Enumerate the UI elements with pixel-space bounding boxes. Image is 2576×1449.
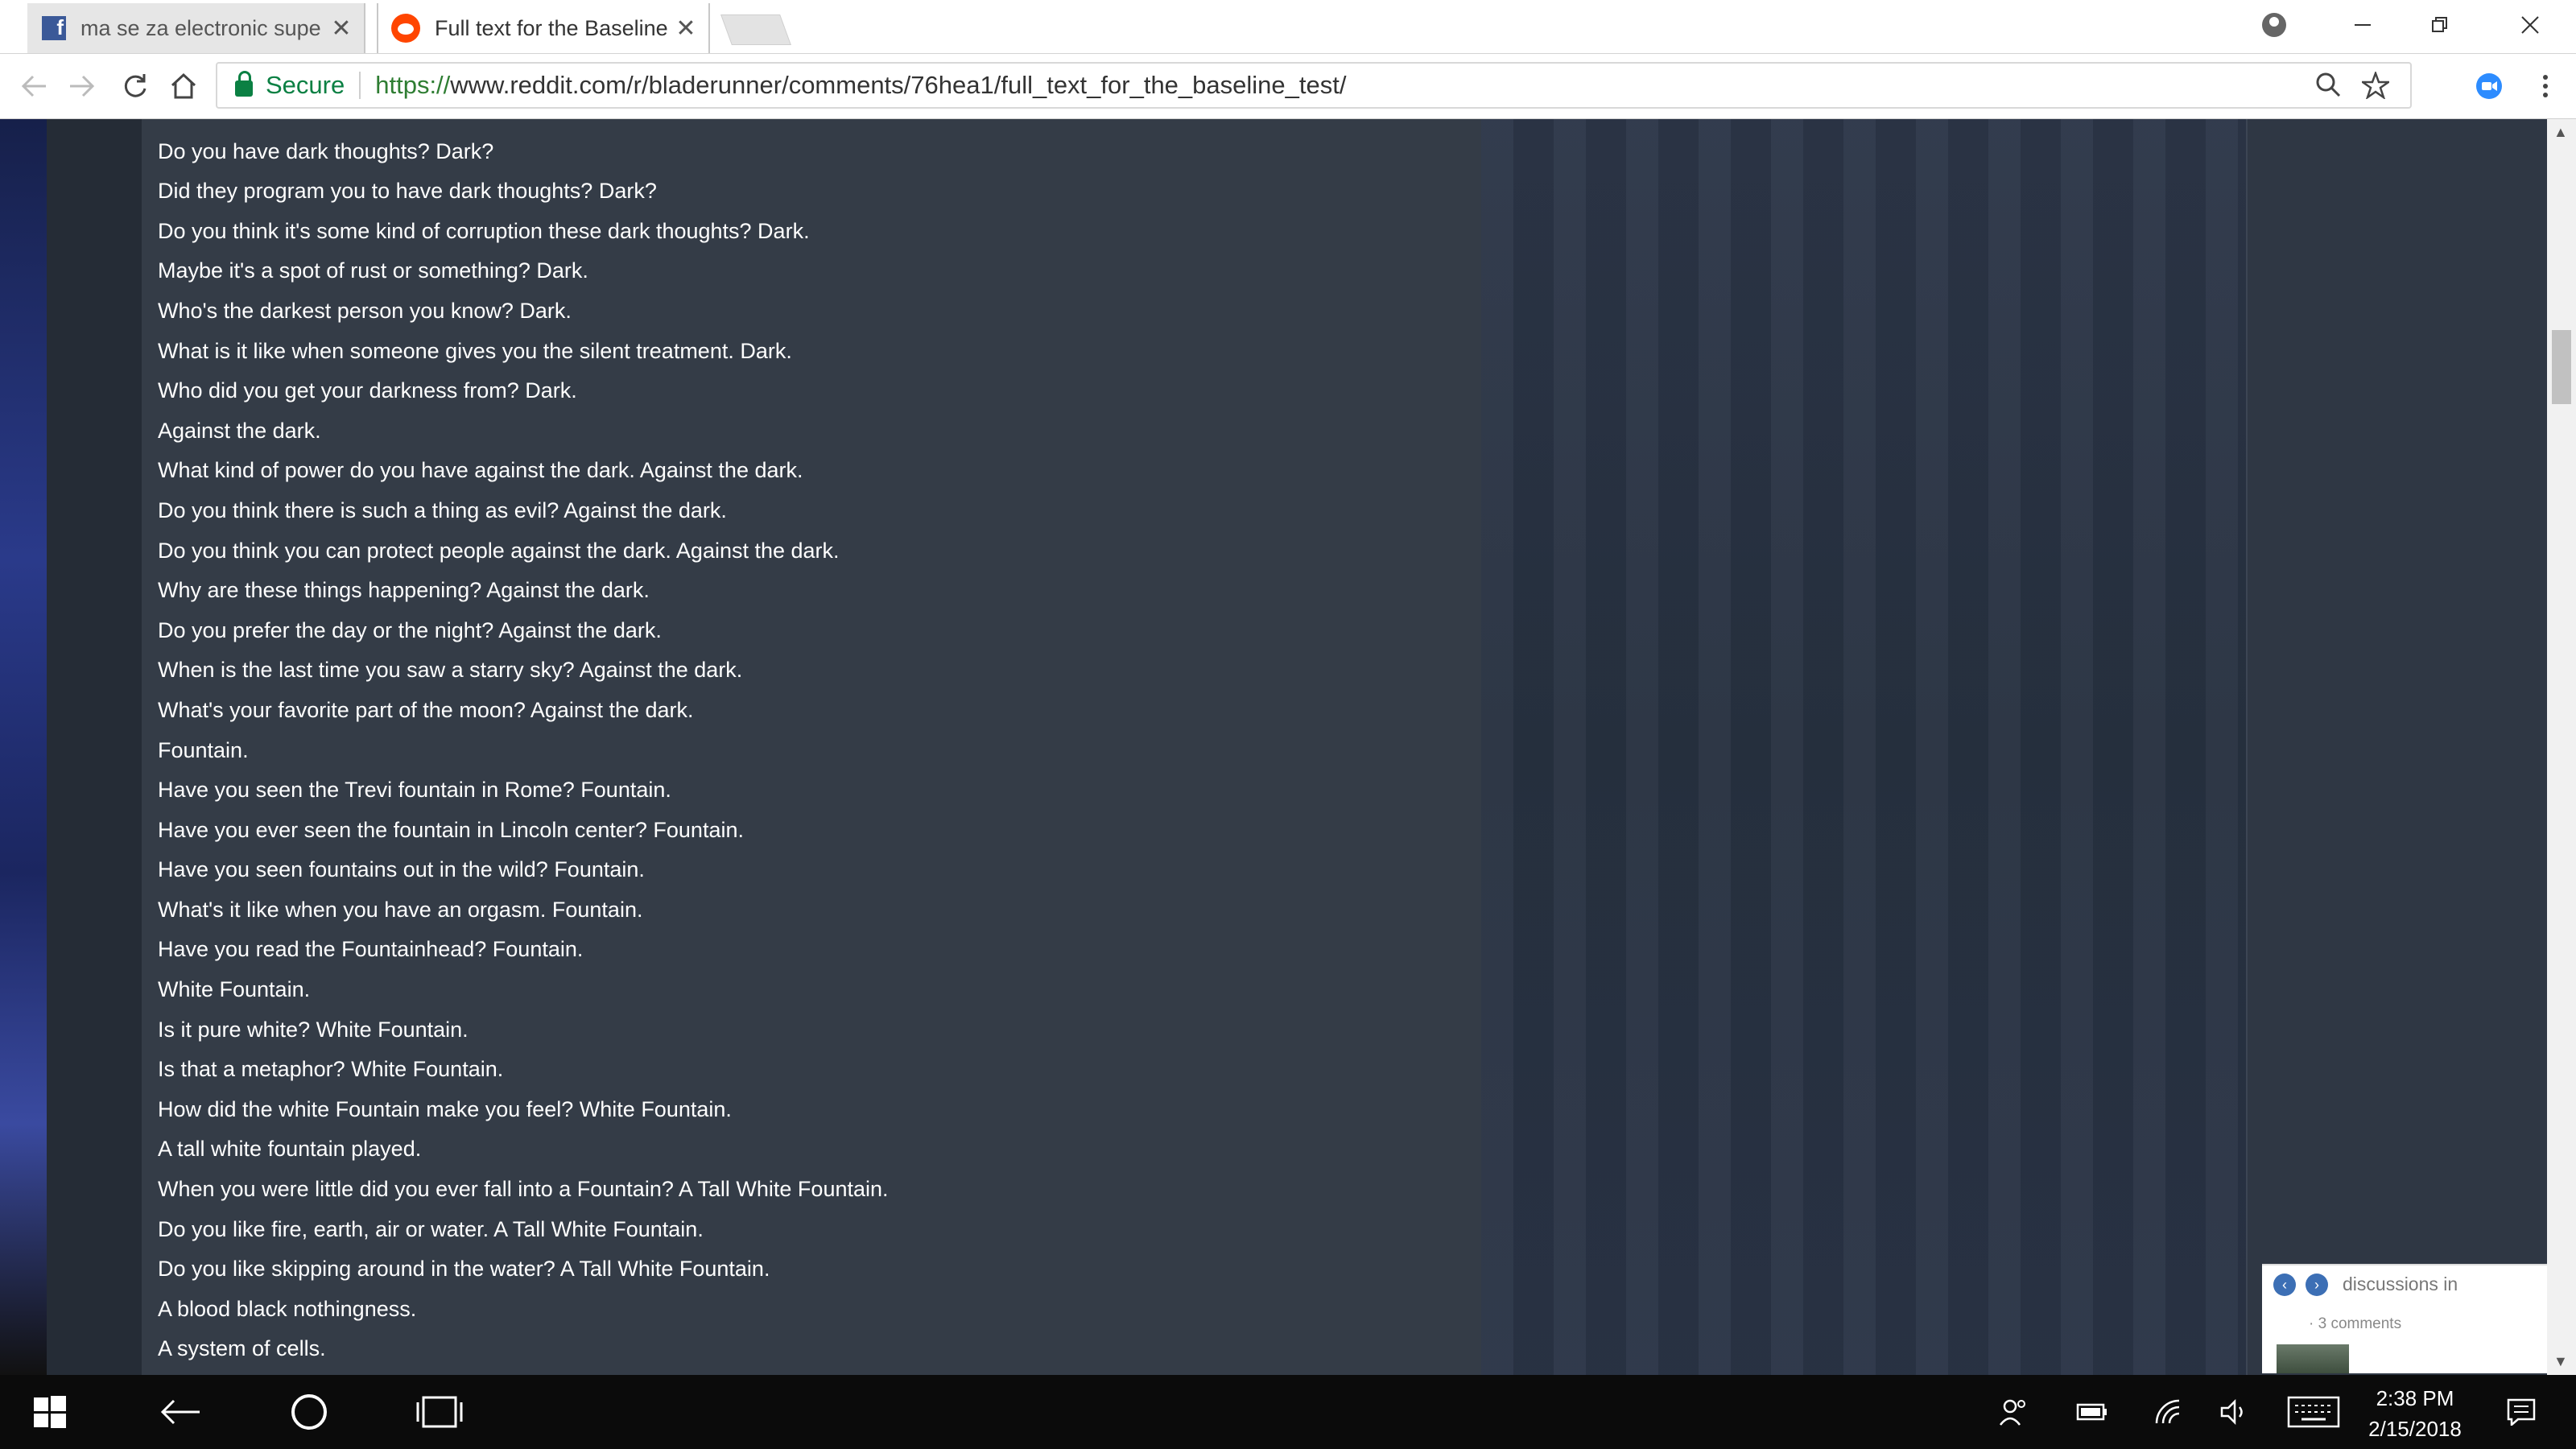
text-line: Have you seen the Trevi fountain in Rome… — [158, 778, 671, 803]
facebook-icon: f — [42, 15, 66, 40]
text-line: A system of cells. — [158, 1336, 326, 1361]
browser-toolbar: Secure https://www.reddit.com/r/bladerun… — [0, 54, 2576, 119]
lock-icon — [235, 71, 253, 97]
tab-reddit[interactable]: Full text for the Baseline ✕ — [377, 3, 710, 53]
page-viewport: Was it calm in there? Calm. Do you have … — [0, 119, 2547, 1375]
text-line: Do you think it's some kind of corruptio… — [158, 218, 810, 243]
menu-icon[interactable] — [2523, 65, 2568, 107]
battery-icon[interactable] — [2072, 1375, 2112, 1449]
thumbnail[interactable] — [2277, 1344, 2349, 1373]
text-line: Do you prefer the day or the night? Agai… — [158, 617, 662, 642]
background-art-left — [0, 119, 47, 1375]
new-tab-button[interactable] — [720, 14, 791, 45]
sidebar-column — [2246, 119, 2547, 1375]
next-arrow-icon[interactable]: › — [2306, 1274, 2328, 1296]
url-text[interactable]: https://www.reddit.com/r/bladerunner/com… — [375, 71, 1346, 100]
text-line: What's it like when you have an orgasm. … — [158, 897, 643, 922]
background-art-right — [1481, 119, 2246, 1375]
text-line: Against the dark. — [158, 418, 321, 443]
discussions-widget: ‹ › discussions in · 3 comments — [2262, 1264, 2547, 1373]
text-line: Have you read the Fountainhead? Fountain… — [158, 937, 584, 962]
text-line: Do you have dark thoughts? Dark? — [158, 138, 494, 163]
text-line: How did the white Fountain make you feel… — [158, 1096, 732, 1121]
text-line: Do you like skipping around in the water… — [158, 1257, 770, 1282]
text-line: Is it pure white? White Fountain. — [158, 1017, 469, 1042]
text-line: Do you like fire, earth, air or water. A… — [158, 1216, 704, 1241]
divider — [359, 72, 361, 99]
prev-arrow-icon[interactable]: ‹ — [2273, 1274, 2296, 1296]
scrollbar-thumb[interactable] — [2552, 330, 2571, 404]
zoom-icon[interactable] — [2315, 72, 2341, 105]
back-button[interactable] — [11, 65, 56, 107]
people-icon[interactable] — [1993, 1375, 2033, 1449]
action-center-icon[interactable] — [2499, 1375, 2544, 1449]
close-tab-icon[interactable]: ✕ — [325, 14, 357, 43]
tab-label: ma se za electronic supe — [80, 15, 321, 40]
text-line: Maybe it's a spot of rust or something? … — [158, 258, 588, 283]
home-button[interactable] — [161, 65, 206, 107]
bookmark-star-icon[interactable] — [2359, 70, 2392, 106]
secure-label: Secure — [266, 71, 345, 99]
reddit-icon — [391, 14, 420, 43]
text-line: What's your favorite part of the moon? A… — [158, 697, 694, 722]
text-line: Fountain. — [158, 737, 249, 762]
profile-icon[interactable] — [2246, 5, 2302, 45]
text-line: A tall white fountain played. — [158, 1137, 422, 1162]
text-line: Do you think there is such a thing as ev… — [158, 497, 727, 522]
post-text: Was it calm in there? Calm. Do you have … — [158, 119, 889, 1369]
wifi-icon[interactable] — [2149, 1375, 2190, 1449]
text-line: Who's the darkest person you know? Dark. — [158, 298, 572, 323]
text-line: Have you ever seen the fountain in Linco… — [158, 817, 744, 842]
task-view-icon[interactable] — [414, 1375, 465, 1449]
text-line: Did they program you to have dark though… — [158, 179, 657, 204]
scroll-up-icon[interactable]: ▲ — [2553, 124, 2568, 141]
close-tab-icon[interactable]: ✕ — [670, 14, 702, 43]
text-line: Was it calm in there? Calm. — [158, 119, 889, 132]
text-line: What is it like when someone gives you t… — [158, 338, 792, 363]
text-line: White Fountain. — [158, 977, 311, 1002]
text-line: Who did you get your darkness from? Dark… — [158, 378, 577, 403]
comment-count[interactable]: · 3 comments — [2309, 1315, 2401, 1333]
vertical-scrollbar[interactable]: ▲ ▼ — [2547, 119, 2576, 1375]
start-button[interactable] — [24, 1375, 76, 1449]
text-line: Have you seen fountains out in the wild?… — [158, 857, 645, 882]
text-line: When you were little did you ever fall i… — [158, 1177, 889, 1202]
scroll-down-icon[interactable]: ▼ — [2553, 1353, 2568, 1370]
system-clock[interactable]: 2:38 PM 2/15/2018 — [2334, 1383, 2496, 1444]
close-window-button[interactable] — [2502, 5, 2558, 45]
cortana-icon[interactable] — [283, 1375, 335, 1449]
text-line: Do you think you can protect people agai… — [158, 538, 840, 563]
windows-taskbar: 2:38 PM 2/15/2018 — [0, 1375, 2576, 1449]
text-line: Why are these things happening? Against … — [158, 578, 650, 603]
minimize-button[interactable] — [2334, 5, 2391, 45]
url-path: www.reddit.com/r/bladerunner/comments/76… — [450, 71, 1347, 99]
text-line: A blood black nothingness. — [158, 1296, 417, 1321]
tab-strip: f ma se za electronic supe ✕ Full text f… — [0, 0, 2576, 54]
text-line: When is the last time you saw a starry s… — [158, 658, 743, 683]
text-line: Is that a metaphor? White Fountain. — [158, 1057, 504, 1082]
volume-icon[interactable] — [2215, 1375, 2256, 1449]
back-arrow-icon[interactable] — [155, 1375, 206, 1449]
text-line: What kind of power do you have against t… — [158, 458, 803, 483]
page-gutter — [47, 119, 142, 1375]
address-bar[interactable]: Secure https://www.reddit.com/r/bladerun… — [216, 62, 2412, 109]
restore-button[interactable] — [2412, 5, 2468, 45]
clock-date: 2/15/2018 — [2368, 1417, 2462, 1441]
reload-button[interactable] — [113, 65, 158, 107]
zoom-extension-icon[interactable] — [2467, 65, 2512, 107]
clock-time: 2:38 PM — [2376, 1386, 2454, 1410]
forward-button[interactable] — [60, 65, 105, 107]
tab-facebook[interactable]: f ma se za electronic supe ✕ — [27, 3, 365, 53]
widget-title: discussions in — [2343, 1274, 2458, 1294]
url-scheme: https:// — [375, 71, 451, 99]
tab-label: Full text for the Baseline — [435, 15, 668, 40]
